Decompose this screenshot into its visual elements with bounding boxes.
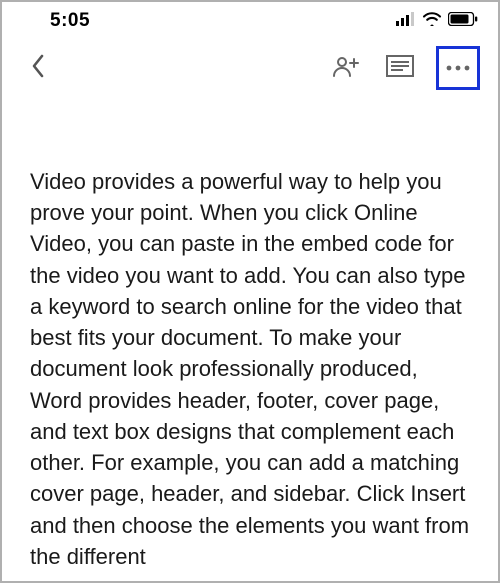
wifi-icon <box>422 12 442 31</box>
battery-icon <box>448 12 478 31</box>
share-button[interactable] <box>328 50 364 86</box>
app-toolbar <box>2 36 498 94</box>
document-body[interactable]: Video provides a powerful way to help yo… <box>2 94 498 572</box>
person-add-icon <box>332 55 360 82</box>
outline-button[interactable] <box>382 50 418 86</box>
status-time: 5:05 <box>50 10 90 32</box>
list-lines-icon <box>386 55 414 82</box>
chevron-left-icon <box>30 53 46 84</box>
more-button-highlight <box>436 46 480 90</box>
status-bar: 5:05 <box>2 2 498 36</box>
back-button[interactable] <box>20 50 56 86</box>
cellular-signal-icon <box>396 12 416 31</box>
status-indicators <box>396 12 478 31</box>
more-horizontal-icon <box>445 59 471 77</box>
more-button[interactable] <box>445 59 471 77</box>
document-paragraph: Video provides a powerful way to help yo… <box>30 166 470 572</box>
